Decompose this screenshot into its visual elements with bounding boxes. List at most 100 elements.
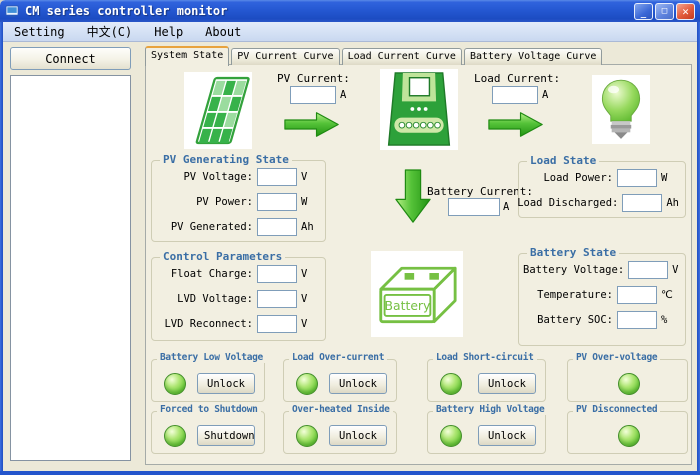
battery-state-title: Battery State <box>527 246 619 259</box>
window-border-bottom <box>0 471 700 475</box>
forced-to-shutdown-shutdown-button[interactable]: Shutdown <box>197 425 255 446</box>
device-list[interactable] <box>10 75 131 461</box>
alarm-forced-to-shutdown-title: Forced to Shutdown <box>157 404 261 415</box>
app-window: CM series controller monitor _ □ ✕ Setti… <box>0 0 700 475</box>
load-discharged-input[interactable] <box>622 194 662 212</box>
pv-voltage-unit: V <box>297 171 319 183</box>
load-discharged-label: Load Discharged: <box>517 197 622 209</box>
temperature-unit: ℃ <box>657 289 679 301</box>
lvd-voltage-label: LVD Voltage: <box>156 293 257 305</box>
battery-low-voltage-led-icon <box>164 373 186 395</box>
alarm-pv-over-voltage-title: PV Over-voltage <box>573 352 660 363</box>
pv-current-input[interactable] <box>290 86 336 104</box>
alarm-load-short-circuit-title: Load Short-circuit <box>433 352 537 363</box>
alarm-pv-disconnected-title: PV Disconnected <box>573 404 660 415</box>
battery-soc-input[interactable] <box>617 311 657 329</box>
minimize-icon[interactable]: _ <box>634 3 653 20</box>
alarm-load-short-circuit: Load Short-circuit Unlock <box>427 359 546 402</box>
battery-soc-label: Battery SOC: <box>523 314 617 326</box>
lvd-voltage-unit: V <box>297 293 319 305</box>
load-current-label: Load Current: <box>474 72 560 85</box>
menu-setting[interactable]: Setting <box>3 23 76 41</box>
alarm-battery-low-voltage: Battery Low Voltage Unlock <box>151 359 265 402</box>
pv-voltage-label: PV Voltage: <box>156 171 257 183</box>
battery-voltage-input[interactable] <box>628 261 668 279</box>
maximize-icon[interactable]: □ <box>655 3 674 20</box>
load-state-title: Load State <box>527 154 599 167</box>
battery-soc-unit: % <box>657 314 679 326</box>
load-power-input[interactable] <box>617 169 657 187</box>
temperature-input[interactable] <box>617 286 657 304</box>
float-charge-input[interactable] <box>257 265 297 283</box>
float-charge-unit: V <box>297 268 319 280</box>
load-state-group: Load State Load Power: W Load Discharged… <box>518 161 686 218</box>
alarm-load-over-current-title: Load Over-current <box>289 352 387 363</box>
battery-high-voltage-unlock-button[interactable]: Unlock <box>478 425 536 446</box>
alarm-battery-high-voltage: Battery High Voltage Unlock <box>427 411 546 454</box>
tab-strip: System State PV Current Curve Load Curre… <box>145 45 604 65</box>
pv-current-label: PV Current: <box>277 72 350 85</box>
pv-power-unit: W <box>297 196 319 208</box>
pv-generating-state-group: PV Generating State PV Voltage: V PV Pow… <box>151 160 326 242</box>
battery-current-input[interactable] <box>448 198 500 216</box>
battery-high-voltage-led-icon <box>440 425 462 447</box>
app-icon <box>5 4 20 19</box>
menu-about[interactable]: About <box>194 23 252 41</box>
tab-system-state[interactable]: System State <box>145 46 229 66</box>
title-bar: CM series controller monitor _ □ ✕ <box>0 0 700 22</box>
control-parameters-group: Control Parameters Float Charge: V LVD V… <box>151 257 326 341</box>
battery-voltage-label: Battery Voltage: <box>523 264 628 276</box>
load-current-input[interactable] <box>492 86 538 104</box>
load-short-circuit-led-icon <box>440 373 462 395</box>
window-border-left <box>0 22 3 475</box>
tab-battery-voltage-curve[interactable]: Battery Voltage Curve <box>464 48 602 65</box>
alarm-forced-to-shutdown: Forced to Shutdown Shutdown <box>151 411 265 454</box>
alarm-over-heated-inside-title: Over-heated Inside <box>289 404 393 415</box>
load-current-unit: A <box>542 89 548 101</box>
alarm-battery-low-voltage-title: Battery Low Voltage <box>157 352 266 363</box>
alarm-load-over-current: Load Over-current Unlock <box>283 359 397 402</box>
solar-panel-icon <box>184 72 252 149</box>
over-heated-inside-unlock-button[interactable]: Unlock <box>329 425 387 446</box>
alarm-pv-disconnected: PV Disconnected <box>567 411 688 454</box>
menu-language[interactable]: 中文(C) <box>76 21 144 42</box>
pv-power-input[interactable] <box>257 193 297 211</box>
battery-low-voltage-unlock-button[interactable]: Unlock <box>197 373 255 394</box>
pv-voltage-input[interactable] <box>257 168 297 186</box>
load-short-circuit-unlock-button[interactable]: Unlock <box>478 373 536 394</box>
connect-button[interactable]: Connect <box>10 47 131 70</box>
controller-to-load-arrow-icon <box>488 110 544 139</box>
lvd-reconnect-unit: V <box>297 318 319 330</box>
pv-current-unit: A <box>340 89 346 101</box>
forced-to-shutdown-led-icon <box>164 425 186 447</box>
alarm-over-heated-inside: Over-heated Inside Unlock <box>283 411 397 454</box>
lvd-reconnect-label: LVD Reconnect: <box>156 318 257 330</box>
close-icon[interactable]: ✕ <box>676 3 695 20</box>
light-bulb-icon <box>592 75 650 144</box>
load-discharged-unit: Ah <box>662 197 679 209</box>
pv-disconnected-led-icon <box>618 425 640 447</box>
tab-pv-current-curve[interactable]: PV Current Curve <box>231 48 339 65</box>
lvd-reconnect-input[interactable] <box>257 315 297 333</box>
load-over-current-unlock-button[interactable]: Unlock <box>329 373 387 394</box>
battery-icon: Battery <box>371 251 463 337</box>
load-power-unit: W <box>657 172 679 184</box>
lvd-voltage-input[interactable] <box>257 290 297 308</box>
pv-over-voltage-led-icon <box>618 373 640 395</box>
pv-generated-input[interactable] <box>257 218 297 236</box>
alarm-battery-high-voltage-title: Battery High Voltage <box>433 404 547 415</box>
load-power-label: Load Power: <box>523 172 617 184</box>
window-title: CM series controller monitor <box>25 4 227 18</box>
battery-state-group: Battery State Battery Voltage: V Tempera… <box>518 253 686 346</box>
tab-load-current-curve[interactable]: Load Current Curve <box>342 48 462 65</box>
load-over-current-led-icon <box>296 373 318 395</box>
menu-help[interactable]: Help <box>143 23 194 41</box>
float-charge-label: Float Charge: <box>156 268 257 280</box>
pv-generating-state-title: PV Generating State <box>160 153 292 166</box>
pv-generated-unit: Ah <box>297 221 319 233</box>
pv-generated-label: PV Generated: <box>156 221 257 233</box>
menu-bar: Setting 中文(C) Help About <box>3 22 697 42</box>
control-parameters-title: Control Parameters <box>160 250 285 263</box>
over-heated-inside-led-icon <box>296 425 318 447</box>
pv-power-label: PV Power: <box>156 196 257 208</box>
